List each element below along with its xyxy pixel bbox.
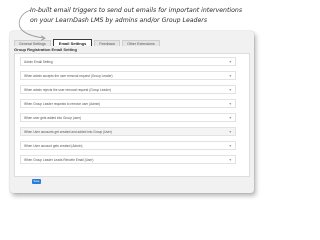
- row-label: When Group Leader requests to remove use…: [24, 102, 101, 106]
- save-button[interactable]: Save: [32, 179, 41, 184]
- chevron-down-icon[interactable]: ▼: [229, 86, 232, 95]
- row-label: Admin Email Setting: [24, 60, 53, 64]
- chevron-down-icon[interactable]: ▼: [229, 128, 232, 137]
- chevron-down-icon[interactable]: ▼: [229, 100, 232, 109]
- accordion-row-admin-accepts-removal[interactable]: When admin accepts the user removal requ…: [20, 71, 236, 81]
- accordion-row-admin-email-setting[interactable]: Admin Email Setting ▼: [20, 57, 236, 67]
- row-label: When admin accepts the user removal requ…: [24, 74, 113, 78]
- chevron-down-icon[interactable]: ▼: [229, 72, 232, 81]
- accordion-row-admin-rejects-removal[interactable]: When admin rejects the user removal requ…: [20, 85, 236, 95]
- row-label: When Group Leader Leads Reinvite Email (…: [24, 158, 94, 162]
- row-label: When user gets added into Group (user): [24, 116, 82, 120]
- accordion-row-leader-requests-removal[interactable]: When Group Leader requests to remove use…: [20, 99, 236, 109]
- chevron-down-icon[interactable]: ▼: [229, 156, 232, 165]
- accordion-row-leader-reinvite-email[interactable]: When Group Leader Leads Reinvite Email (…: [20, 155, 236, 165]
- caption: In-built email triggers to send out emai…: [30, 6, 256, 25]
- caption-line-1: In-built email triggers to send out emai…: [30, 7, 243, 14]
- accordion-row-user-added-to-group[interactable]: When user gets added into Group (user) ▼: [20, 113, 236, 123]
- tab-other-extensions[interactable]: Other Extensions: [122, 40, 160, 46]
- chevron-down-icon[interactable]: ▼: [229, 142, 232, 151]
- row-label: When User accounts get created and added…: [24, 130, 112, 134]
- accordion-row-user-account-created-admin[interactable]: When User account gets created (Admin) ▼: [20, 141, 236, 151]
- tab-general-settings[interactable]: General Settings: [14, 40, 51, 46]
- tab-bar: General Settings Email Settings Feedback…: [14, 38, 162, 46]
- row-label: When admin rejects the user removal requ…: [24, 88, 111, 92]
- caption-line-2: on your LearnDash LMS by admins and/or G…: [30, 16, 208, 24]
- chevron-down-icon[interactable]: ▼: [229, 114, 232, 123]
- tab-email-settings[interactable]: Email Settings: [52, 38, 93, 46]
- row-label: When User account gets created (Admin): [24, 144, 83, 148]
- chevron-down-icon[interactable]: ▼: [229, 58, 232, 67]
- accordion-row-user-account-created-added[interactable]: When User accounts get created and added…: [20, 127, 236, 137]
- section-title: Group Registration Email Setting: [14, 47, 77, 52]
- tab-feedback[interactable]: Feedback: [94, 40, 121, 46]
